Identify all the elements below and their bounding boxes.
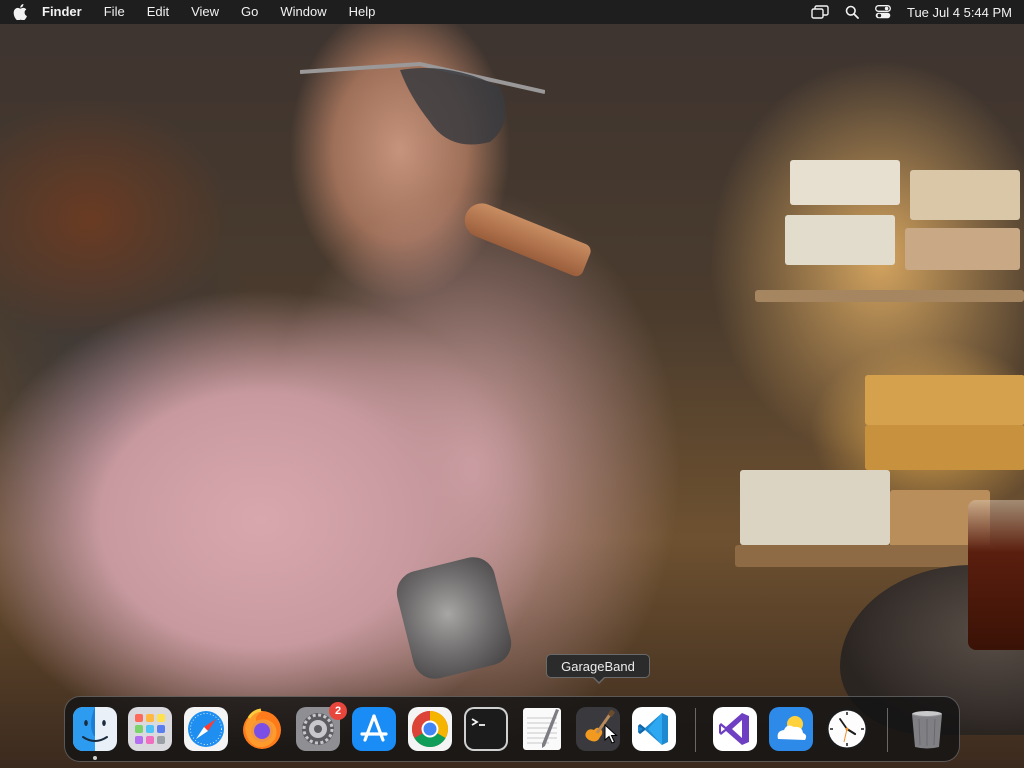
dock-tooltip: GarageBand: [546, 654, 650, 678]
wallpaper-cigar: [459, 198, 593, 279]
tooltip-arrow-fill: [593, 676, 605, 682]
control-center-icon[interactable]: [875, 0, 891, 24]
wallpaper-wristwatch: [392, 552, 516, 684]
dock-item-chrome[interactable]: [407, 706, 453, 752]
dock-item-textedit[interactable]: [519, 706, 565, 752]
clock-icon: [826, 708, 868, 750]
menu-bar: Finder File Edit View Go Window Help Tue…: [0, 0, 1024, 24]
vscode-icon: [632, 707, 676, 751]
launchpad-icon: [128, 707, 172, 751]
dock-item-trash[interactable]: [904, 706, 950, 752]
wallpaper-shelf-box: [865, 425, 1024, 470]
dock-item-clock[interactable]: [824, 706, 870, 752]
dock-item-launchpad[interactable]: [127, 706, 173, 752]
visual-studio-icon: [713, 707, 757, 751]
dock-item-weather[interactable]: [768, 706, 814, 752]
spotlight-search-icon[interactable]: [845, 0, 859, 24]
notification-badge: 2: [329, 702, 347, 720]
dock-separator: [887, 708, 888, 752]
safari-icon: [184, 707, 228, 751]
dock-item-terminal[interactable]: [463, 706, 509, 752]
wallpaper-shelf-box: [785, 215, 895, 265]
app-store-icon: [352, 707, 396, 751]
wallpaper-glass: [968, 500, 1024, 650]
desktop-wallpaper: [0, 0, 1024, 768]
dock-item-firefox[interactable]: [239, 706, 285, 752]
textedit-icon: [523, 708, 561, 750]
dock-item-safari[interactable]: [183, 706, 229, 752]
dock-item-finder[interactable]: [72, 706, 118, 752]
screen-mirroring-icon[interactable]: [811, 0, 829, 24]
wallpaper-shelf-box: [790, 160, 900, 205]
weather-icon: [769, 707, 813, 751]
chrome-icon: [408, 707, 452, 751]
dock-item-visual-studio[interactable]: [712, 706, 758, 752]
wallpaper-shelf-box: [740, 470, 890, 545]
menu-window[interactable]: Window: [269, 0, 337, 24]
terminal-icon: [464, 707, 508, 751]
firefox-icon: [243, 708, 281, 749]
apple-menu-icon[interactable]: [0, 0, 40, 24]
mouse-pointer-icon: [604, 724, 618, 744]
menu-file[interactable]: File: [93, 0, 136, 24]
trash-icon: [912, 711, 942, 749]
dock-item-app-store[interactable]: [351, 706, 397, 752]
dock-item-vscode[interactable]: [631, 706, 677, 752]
menu-app-finder[interactable]: Finder: [40, 0, 93, 24]
menu-edit[interactable]: Edit: [136, 0, 180, 24]
wallpaper-sunglasses: [300, 62, 545, 145]
menu-view[interactable]: View: [180, 0, 230, 24]
wallpaper-shelf-box: [905, 228, 1020, 270]
menu-help[interactable]: Help: [338, 0, 387, 24]
wallpaper-shelf-box: [910, 170, 1020, 220]
dock-separator: [695, 708, 696, 752]
wallpaper-shelf-box: [865, 375, 1024, 425]
finder-icon: [73, 707, 117, 751]
menu-go[interactable]: Go: [230, 0, 269, 24]
wallpaper-shelf-plank: [735, 545, 995, 567]
running-indicator: [93, 756, 97, 760]
wallpaper-shelf-plank: [755, 290, 1024, 302]
menu-bar-clock[interactable]: Tue Jul 4 5:44 PM: [907, 5, 1012, 20]
